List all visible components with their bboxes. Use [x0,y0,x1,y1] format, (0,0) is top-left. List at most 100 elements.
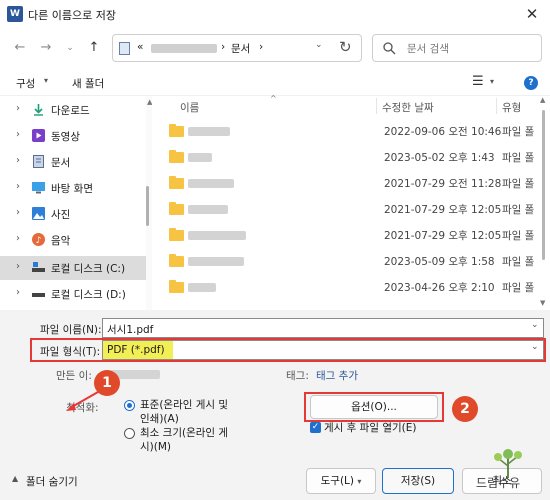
svg-text:♪: ♪ [36,236,42,246]
folder-icon [169,176,184,189]
column-header-modified[interactable]: 수정한 날짜 [382,100,434,120]
nav-item-music[interactable]: › ♪ 음악 [0,228,146,252]
nav-item-downloads[interactable]: › 다운로드 [0,98,146,122]
file-row[interactable]: 2022-09-06 오전 10:46 파일 폴 [152,118,540,144]
nav-item-documents[interactable]: › 문서 [0,150,146,174]
hide-folders-chevron-icon[interactable]: ▲ [12,474,18,483]
file-name-blurred [188,257,244,266]
file-date: 2023-05-02 오후 1:43 [384,152,495,164]
column-header-type[interactable]: 유형 [502,100,521,120]
new-folder-button[interactable]: 새 폴더 [72,76,104,91]
nav-item-label: 로컬 디스크 (D:) [51,289,126,301]
navigation-pane: ▲ › 다운로드 › 동영상 › 문서 › 바탕 화면 › 사진 › ♪ 음악 … [0,96,152,310]
nav-item-desktop[interactable]: › 바탕 화면 [0,176,146,200]
recent-chevron-icon[interactable]: ⌄ [60,38,80,58]
file-list-scrollbar[interactable]: ▲ ▼ [540,96,548,310]
up-arrow-icon[interactable]: ↑ [84,38,104,58]
refresh-icon[interactable]: ↻ [339,38,352,56]
chevron-right-icon[interactable]: › [16,261,20,272]
save-button[interactable]: 저장(S) [382,468,454,494]
chevron-right-icon[interactable]: › [16,129,20,140]
nav-item-label: 문서 [51,157,71,169]
chevron-right-icon[interactable]: › [16,287,20,298]
nav-item-label: 동영상 [51,131,80,143]
scroll-up-icon[interactable]: ▲ [540,96,545,104]
address-path-blurred [151,44,217,53]
file-type: 파일 폴 [502,178,535,190]
scroll-down-icon[interactable]: ▼ [540,299,545,307]
nav-item-label: 음악 [51,235,71,247]
close-icon[interactable]: ✕ [522,4,542,24]
organize-button[interactable]: 구성 [16,76,35,91]
chevron-right-icon[interactable]: › [16,155,20,166]
file-name-blurred [188,179,234,188]
search-icon [383,42,396,55]
watermark-logo: 드림수유 [468,448,544,498]
view-chevron-icon[interactable]: ▾ [490,77,494,86]
filename-input[interactable]: 서시1.pdf ⌄ [102,318,544,338]
file-row[interactable]: 2023-05-09 오후 1:58 파일 폴 [152,248,540,274]
drive-icon [32,262,45,272]
address-separator: › [221,41,226,53]
file-row[interactable]: 2021-07-29 오후 12:05 파일 폴 [152,222,540,248]
filename-label: 파일 이름(N): [40,324,102,336]
nav-item-drive-c[interactable]: › 로컬 디스크 (C:) [0,256,146,280]
checkbox-open-after[interactable]: ✓ [310,422,321,433]
nav-scroll-thumb[interactable] [146,186,149,226]
address-bar[interactable]: « › 문서 › ⌄ ↻ [112,34,362,62]
organize-chevron-icon[interactable]: ▾ [44,76,48,85]
radio-standard[interactable] [124,400,135,411]
file-row[interactable]: 2023-05-02 오후 1:43 파일 폴 [152,144,540,170]
file-type: 파일 폴 [502,230,535,242]
folder-icon [169,150,184,163]
file-row[interactable]: 2021-07-29 오후 12:05 파일 폴 [152,196,540,222]
nav-item-videos[interactable]: › 동영상 [0,124,146,148]
address-dropdown-icon[interactable]: ⌄ [315,40,323,50]
column-header-name[interactable]: 이름 [180,100,199,120]
file-date: 2022-09-06 오전 10:46 [384,126,502,138]
chevron-right-icon[interactable]: › [16,233,20,244]
nav-item-label: 다운로드 [51,105,90,117]
filetype-select[interactable]: PDF (*.pdf) ⌄ [102,340,544,360]
back-arrow-icon[interactable]: ← [10,38,30,58]
view-menu-icon[interactable]: ☰ [472,74,484,89]
file-date: 2021-07-29 오전 11:28 [384,178,502,190]
file-name-blurred [188,231,246,240]
filetype-dropdown-icon[interactable]: ⌄ [531,342,539,352]
file-name-blurred [188,127,230,136]
radio-minimum[interactable] [124,428,135,439]
help-icon[interactable]: ? [524,76,538,90]
search-box[interactable]: 문서 검색 [372,34,542,62]
document-icon [119,42,130,55]
file-name-blurred [188,283,216,292]
file-date: 2023-04-26 오후 2:10 [384,282,495,294]
tools-button[interactable]: 도구(L) ▾ [306,468,376,494]
file-type: 파일 폴 [502,152,535,164]
chevron-right-icon[interactable]: › [16,207,20,218]
forward-arrow-icon[interactable]: → [36,38,56,58]
file-type: 파일 폴 [502,204,535,216]
radio-standard-label-line2: 인쇄)(A) [140,413,179,425]
tools-label: 도구(L) [320,475,354,487]
chevron-right-icon[interactable]: › [16,181,20,192]
folder-icon [169,280,184,293]
sort-up-icon: ^ [270,94,277,103]
filename-dropdown-icon[interactable]: ⌄ [531,320,539,330]
chevron-right-icon[interactable]: › [16,103,20,114]
folder-icon [169,228,184,241]
hide-folders-button[interactable]: 폴더 숨기기 [26,474,78,489]
open-after-label: 게시 후 파일 열기(E) [324,422,417,434]
file-name-blurred [188,205,228,214]
tools-chevron-icon: ▾ [357,477,362,486]
folder-icon [169,124,184,137]
radio-standard-label-line1: 표준(온라인 게시 및 [140,399,229,411]
file-row[interactable]: 2023-04-26 오후 2:10 파일 폴 [152,274,540,300]
address-current-folder[interactable]: 문서 [231,41,250,56]
watermark-text: 드림수유 [476,476,521,490]
tags-input[interactable]: 태그 추가 [316,368,358,383]
file-row[interactable]: 2021-07-29 오전 11:28 파일 폴 [152,170,540,196]
nav-item-pictures[interactable]: › 사진 [0,202,146,226]
nav-item-drive-d[interactable]: › 로컬 디스크 (D:) [0,282,146,306]
options-button[interactable]: 옵션(O)... [310,395,438,419]
file-list-scroll-thumb[interactable] [542,110,545,260]
